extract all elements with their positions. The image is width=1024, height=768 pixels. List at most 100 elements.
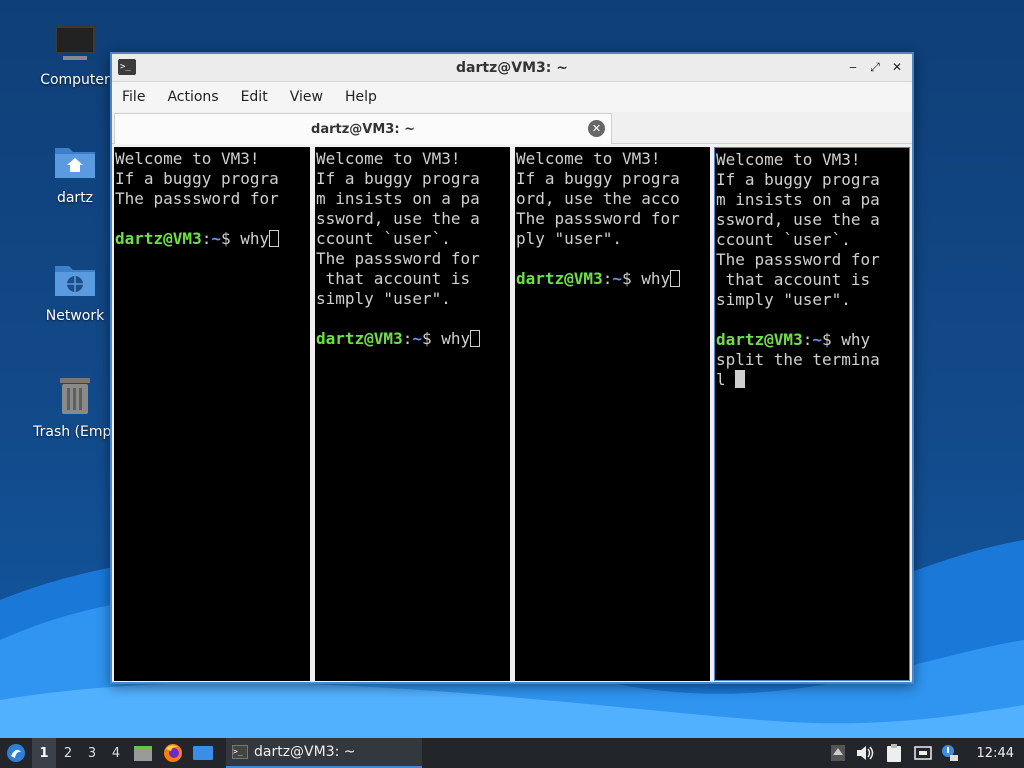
prompt-command: why [431,329,471,348]
show-desktop-launcher[interactable] [188,738,218,768]
terminal-output-line: simply "user". [316,289,451,308]
terminal-output-line: The passsword for [316,249,480,268]
computer-icon [53,22,97,66]
terminal-app-icon: >_ [118,59,136,75]
tab-terminal[interactable]: dartz@VM3: ~ ✕ [114,113,612,144]
terminal-output-line: ply "user". [516,229,622,248]
terminal-pane-4[interactable]: Welcome to VM3! If a buggy progra m insist… [714,147,910,681]
network-icon [913,746,932,760]
close-button[interactable]: ✕ [888,58,906,76]
terminal-task-icon: >_ [232,745,248,759]
terminal-output-line: If a buggy progra [516,169,680,188]
update-icon [941,745,958,761]
terminal-input-text: l [716,370,736,389]
terminal-pane-3[interactable]: Welcome to VM3! If a buggy progra ord, use… [515,147,710,681]
firefox-launcher[interactable] [158,738,188,768]
menu-edit[interactable]: Edit [241,89,268,105]
terminal-prompt-line: dartz@VM3:~$ why [115,229,309,249]
tray-upload[interactable] [825,738,851,768]
prompt-separator: : [802,330,813,349]
workspace-3[interactable]: 3 [80,738,104,768]
terminal-prompt-line: dartz@VM3:~$ why [316,329,509,349]
start-menu-button[interactable] [0,738,32,768]
terminal-output-line: split the termina [716,350,908,370]
terminal-output-line: Welcome to VM3! [316,149,461,168]
terminal-output-line: l [716,370,908,390]
tab-close-button[interactable]: ✕ [588,120,605,137]
terminal-output-line: ssword, use the a [716,210,880,229]
show-desktop-icon [193,746,213,760]
prompt-path: ~ [211,229,221,248]
maximize-button[interactable]: ⤢ [866,58,884,76]
network-folder-icon [53,258,97,302]
prompt-user: dartz@VM3 [516,269,603,288]
window-titlebar[interactable]: >_ dartz@VM3: ~ ‒ ⤢ ✕ [112,54,912,82]
workspace-2[interactable]: 2 [56,738,80,768]
terminal-output-line: The passsword for [716,250,880,269]
tab-label: dartz@VM3: ~ [311,121,415,137]
prompt-symbol: $ [621,269,632,288]
prompt-separator: : [602,269,613,288]
terminal-cursor [670,270,681,287]
prompt-command: why [631,269,671,288]
terminal-pane-2[interactable]: Welcome to VM3! If a buggy progra m insist… [315,147,510,681]
upload-icon [830,745,845,761]
terminal-output-line: The passsword for [516,209,680,228]
tab-bar: dartz@VM3: ~ ✕ [112,112,912,144]
tray-updates[interactable] [937,738,963,768]
terminal-output-line: If a buggy progra [316,169,480,188]
terminal-output-line: If a buggy progra [716,170,880,189]
menu-help[interactable]: Help [345,89,377,105]
terminal-input-text: split the termina [716,350,880,369]
volume-icon [856,746,873,760]
terminal-output-line: Welcome to VM3! [115,149,260,168]
prompt-user: dartz@VM3 [316,329,403,348]
menubar: File Actions Edit View Help [112,82,912,112]
firefox-icon [164,744,182,762]
terminal-output-line: that account is [716,270,871,289]
taskbar-task-terminal[interactable]: >_ dartz@VM3: ~ [226,738,422,768]
tray-network[interactable] [909,738,937,768]
terminal-cursor [735,370,746,388]
clock[interactable]: 12:44 [977,746,1014,761]
prompt-symbol: $ [821,330,832,349]
menu-view[interactable]: View [290,89,323,105]
lxqt-start-icon [7,744,25,762]
tray-clipboard[interactable] [879,738,909,768]
home-folder-icon [53,140,97,184]
prompt-user: dartz@VM3 [716,330,803,349]
workspace-4[interactable]: 4 [104,738,128,768]
menu-actions[interactable]: Actions [167,89,218,105]
clipboard-icon [886,744,901,762]
prompt-separator: : [402,329,413,348]
menu-file[interactable]: File [122,89,145,105]
prompt-user: dartz@VM3 [115,229,202,248]
terminal-window: >_ dartz@VM3: ~ ‒ ⤢ ✕ File Actions Edit … [110,52,914,684]
file-manager-launcher[interactable] [128,738,158,768]
terminal-split-area: Welcome to VM3! If a buggy progra The pass… [112,146,912,682]
file-manager-icon [134,746,152,761]
terminal-output-line: m insists on a pa [716,190,880,209]
minimize-button[interactable]: ‒ [844,58,862,76]
window-title: dartz@VM3: ~ [456,59,568,76]
terminal-prompt-line: dartz@VM3:~$ why [716,330,908,350]
tray-volume[interactable] [851,738,879,768]
workspace-1[interactable]: 1 [32,738,56,768]
terminal-output-line: simply "user". [716,290,851,309]
terminal-output-line: ccount `user`. [716,230,851,249]
terminal-output-line: ssword, use the a [316,209,480,228]
terminal-output-line: The passsword for [115,189,279,208]
terminal-pane-1[interactable]: Welcome to VM3! If a buggy progra The pass… [114,147,310,681]
prompt-command: why [230,229,270,248]
prompt-symbol: $ [220,229,231,248]
task-label: dartz@VM3: ~ [254,744,356,760]
terminal-output-line: If a buggy progra [115,169,279,188]
terminal-output-line: that account is [316,269,471,288]
system-tray: 12:44 [825,738,1024,768]
terminal-output-line: ord, use the acco [516,189,680,208]
taskbar: 1 2 3 4 >_ dartz@VM3: ~ 12:44 [0,738,1024,768]
